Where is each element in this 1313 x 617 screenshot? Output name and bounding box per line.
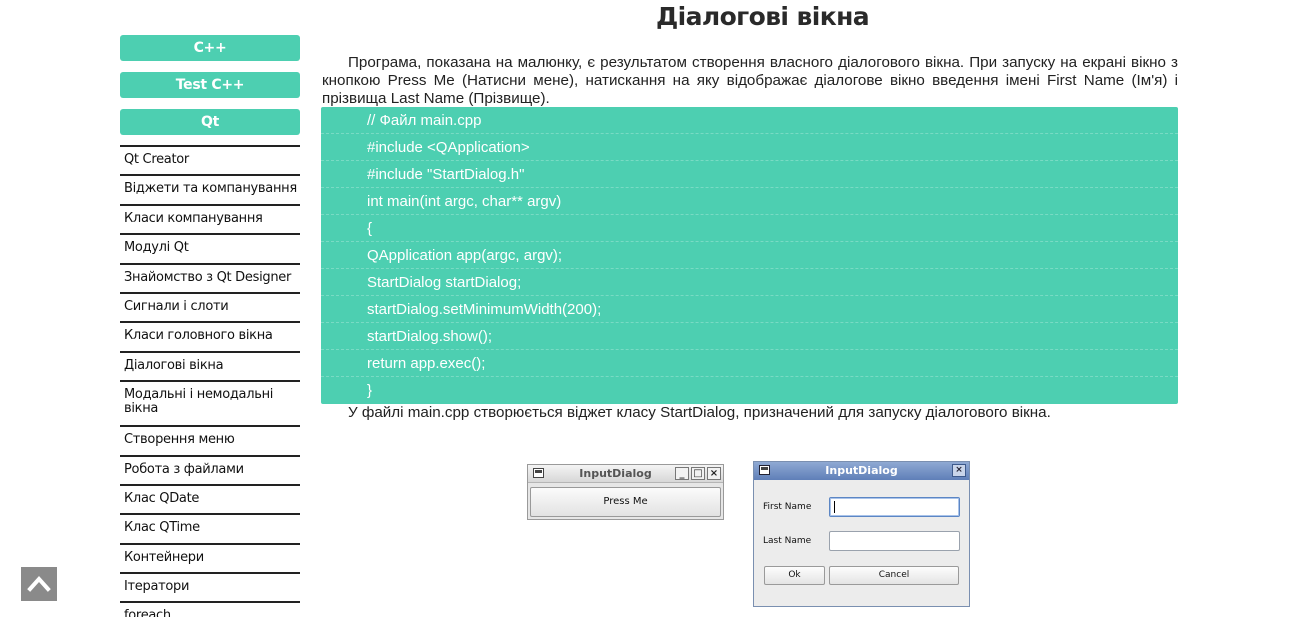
code-line: return app.exec(); — [321, 350, 1178, 377]
code-line: // Файл main.cpp — [321, 107, 1178, 134]
sidebar-item-files[interactable]: Робота з файлами — [120, 454, 300, 484]
code-line: { — [321, 215, 1178, 242]
scroll-to-top-button[interactable] — [21, 567, 57, 601]
sidebar-nav: C++ Test C++ Qt — [120, 35, 300, 146]
sidebar-item-qtime[interactable]: Клас QTime — [120, 513, 300, 542]
sidebar-item-main-window[interactable]: Класи головного вікна — [120, 321, 300, 350]
code-block: // Файл main.cpp #include <QApplication>… — [321, 107, 1178, 404]
code-line: int main(int argc, char** argv) — [321, 188, 1178, 215]
code-line: #include <QApplication> — [321, 134, 1178, 161]
sidebar-item-foreach[interactable]: foreach — [120, 601, 300, 617]
window-titlebar: InputDialog _ □ × — [528, 465, 723, 483]
window-titlebar: InputDialog × — [754, 462, 969, 480]
sidebar-item-qdate[interactable]: Клас QDate — [120, 483, 300, 513]
after-code-paragraph: У файлі main.cpp створюється віджет клас… — [348, 404, 1051, 421]
last-name-label: Last Name — [763, 536, 812, 546]
sidebar-item-layout-classes[interactable]: Класи компанування — [120, 203, 300, 233]
intro-paragraph: Програма, показана на малюнку, є результ… — [322, 54, 1178, 107]
code-line: StartDialog startDialog; — [321, 269, 1178, 296]
last-name-field — [829, 531, 960, 551]
sidebar-item-iterators[interactable]: Ітератори — [120, 572, 300, 601]
nav-button-cpp[interactable]: C++ — [120, 35, 300, 61]
sidebar-item-qt-creator[interactable]: Qt Creator — [120, 145, 300, 174]
window-controls: _ □ × — [675, 467, 721, 480]
code-line: startDialog.show(); — [321, 323, 1178, 350]
minimize-icon: _ — [675, 467, 689, 480]
code-line: startDialog.setMinimumWidth(200); — [321, 296, 1178, 323]
sidebar-item-dialogs[interactable]: Діалогові вікна — [120, 350, 300, 380]
close-icon: × — [952, 464, 966, 477]
close-icon: × — [707, 467, 721, 480]
sidebar-item-modal-windows[interactable]: Модальні і немодальні вікна — [120, 380, 300, 425]
sidebar-item-qt-designer[interactable]: Знайомство з Qt Designer — [120, 262, 300, 292]
sidebar-list: Qt Creator Віджети та компанування Класи… — [120, 145, 300, 617]
cancel-button: Cancel — [829, 566, 959, 585]
text-caret — [834, 501, 835, 513]
input-dialog-window-names: InputDialog × First Name Last Name Ok Ca… — [753, 461, 970, 607]
nav-button-test-cpp[interactable]: Test C++ — [120, 72, 300, 98]
code-line: } — [367, 382, 373, 399]
nav-button-qt[interactable]: Qt — [120, 109, 300, 135]
first-name-label: First Name — [763, 502, 812, 512]
press-me-button: Press Me — [530, 487, 721, 517]
maximize-icon: □ — [691, 467, 705, 480]
window-title: InputDialog — [825, 464, 898, 477]
code-line: #include "StartDialog.h" — [321, 161, 1178, 188]
sidebar-item-qt-modules[interactable]: Модулі Qt — [120, 233, 300, 262]
code-line: QApplication app(argc, argv); — [321, 242, 1178, 269]
input-dialog-window-press-me: InputDialog _ □ × Press Me — [527, 464, 724, 520]
chevron-up-icon — [27, 576, 51, 592]
page-title: Діалогові вікна — [655, 2, 870, 31]
first-name-field — [829, 497, 960, 517]
sidebar-item-menus[interactable]: Створення меню — [120, 425, 300, 454]
sidebar-item-signals-slots[interactable]: Сигнали і слоти — [120, 291, 300, 321]
ok-button: Ok — [764, 566, 825, 585]
sidebar-item-widgets[interactable]: Віджети та компанування — [120, 174, 300, 203]
sidebar-item-containers[interactable]: Контейнери — [120, 542, 300, 572]
